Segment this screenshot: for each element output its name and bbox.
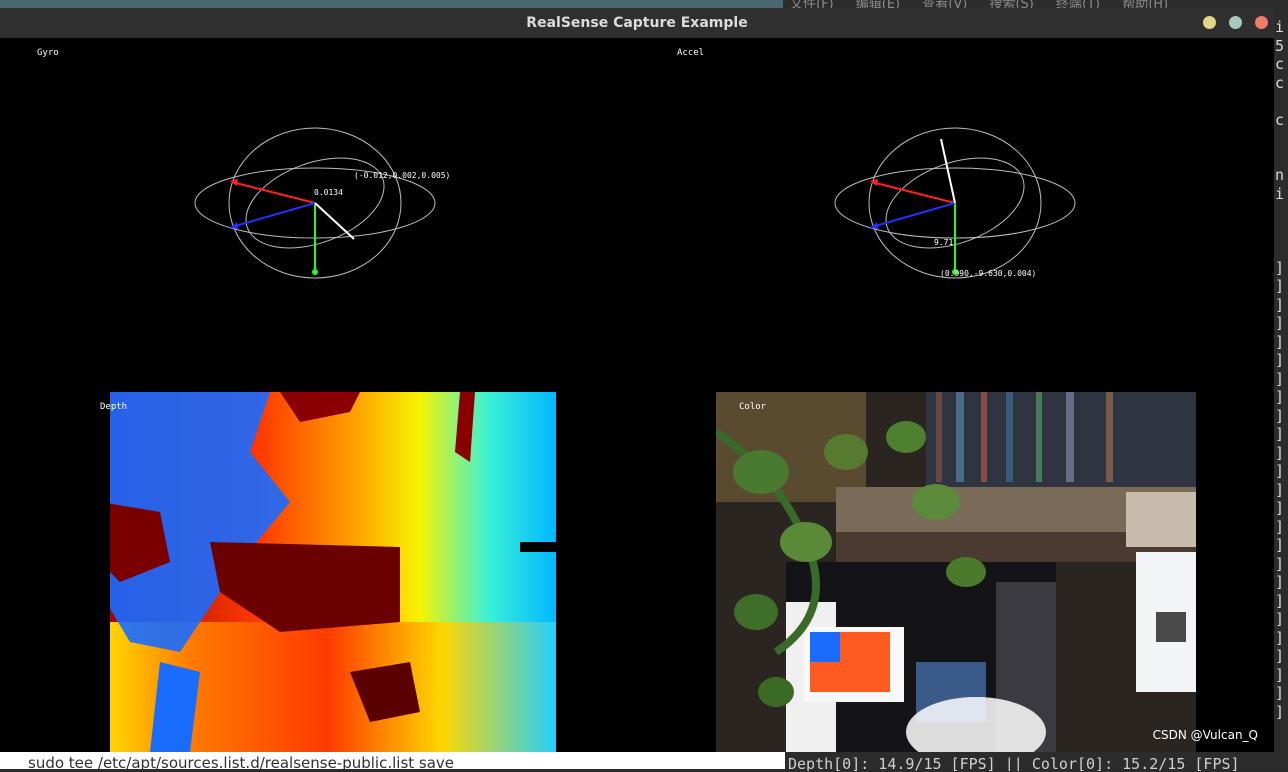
depth-stream-view: Depth — [100, 392, 556, 752]
terminal-output-char — [1275, 240, 1288, 259]
gyro-x-axis — [231, 181, 316, 204]
terminal-output-char: ] — [1275, 591, 1285, 610]
terminal-output-char: 5 — [1275, 36, 1285, 55]
terminal-output-char: c — [1275, 110, 1285, 129]
gyro-z-axis — [231, 202, 316, 228]
terminal-output-char: ] — [1275, 332, 1285, 351]
accel-x-axis — [871, 181, 956, 204]
accel-visualization: 9.71 (0.990,-9.630,0.004) — [834, 127, 1076, 279]
terminal-output-char: n — [1275, 166, 1285, 184]
capture-window: RealSense Capture Example Gyro 0.0134 (-… — [0, 8, 1274, 752]
terminal-output-char: ] — [1275, 258, 1285, 277]
window-content: Gyro 0.0134 (-0.012,0.002,0.005) Accel 9… — [0, 38, 1274, 752]
color-image — [716, 392, 1196, 752]
terminal-output-char: c — [1275, 73, 1285, 92]
terminal-output-char — [1275, 92, 1288, 111]
terminal-output-char — [1275, 129, 1288, 148]
window-title: RealSense Capture Example — [526, 15, 748, 31]
close-button[interactable] — [1255, 16, 1268, 29]
depth-label: Depth — [100, 402, 128, 412]
terminal-output-char — [1275, 222, 1288, 241]
gyro-y-arrow-icon — [312, 269, 318, 275]
watermark-text: CSDN @Vulcan_Q — [1152, 728, 1258, 742]
gyro-visualization: 0.0134 (-0.012,0.002,0.005) — [194, 127, 450, 279]
terminal-output-char: ] — [1275, 684, 1285, 702]
minimize-button[interactable] — [1203, 16, 1216, 29]
maximize-button[interactable] — [1229, 16, 1242, 29]
terminal-output-char: ] — [1275, 425, 1285, 443]
color-stream-view: Color — [716, 392, 1196, 752]
gyro-magnitude: 0.0134 — [314, 188, 343, 197]
terminal-output-char: ] — [1275, 517, 1285, 536]
terminal-output-char: ] — [1275, 462, 1285, 480]
terminal-output-char: ] — [1275, 702, 1285, 721]
terminal-output-char: ] — [1275, 351, 1285, 369]
gyro-z-arrow-icon — [230, 222, 238, 229]
terminal-output-char: ] — [1275, 369, 1285, 388]
accel-z-arrow-icon — [870, 222, 878, 229]
depth-image — [100, 392, 556, 752]
terminal-output-char: ] — [1275, 610, 1285, 628]
terminal-output-char: ] — [1275, 406, 1285, 425]
terminal-output-char: ] — [1275, 499, 1285, 517]
terminal-output-char: c — [1275, 55, 1285, 73]
terminal-output-char: ] — [1275, 536, 1285, 554]
terminal-output-char: i — [1275, 18, 1285, 36]
accel-label: Accel — [677, 48, 705, 58]
terminal-output-char: ] — [1275, 277, 1285, 295]
window-titlebar[interactable]: RealSense Capture Example — [0, 8, 1274, 38]
accel-magnitude: 9.71 — [934, 238, 953, 247]
color-label: Color — [739, 402, 767, 412]
terminal-output-char: ] — [1275, 628, 1285, 647]
terminal-output-char: ] — [1275, 443, 1285, 462]
terminal-output-char: ] — [1275, 573, 1285, 591]
terminal-output-char: ] — [1275, 295, 1285, 314]
terminal-output-char: ] — [1275, 388, 1285, 406]
terminal-output-char: ] — [1275, 314, 1285, 332]
terminal-output-char: ] — [1275, 665, 1285, 684]
terminal-output-char — [1275, 148, 1288, 167]
terminal-output-char — [1275, 203, 1288, 222]
gyro-label: Gyro — [37, 48, 59, 58]
terminal-output-column: i5cc c ni ]]]]]]]]]]]]]]]]]]]]]]]]] — [1275, 18, 1288, 721]
accel-z-axis — [871, 202, 956, 228]
terminal-output-char: i — [1275, 184, 1285, 203]
terminal-output-char: ] — [1275, 554, 1285, 573]
terminal-output-char: ] — [1275, 480, 1285, 499]
accel-vector-text: (0.990,-9.630,0.004) — [940, 269, 1036, 278]
gyro-vector-text: (-0.012,0.002,0.005) — [354, 171, 450, 180]
gyro-vector — [314, 202, 355, 240]
terminal-output-char: ] — [1275, 647, 1285, 665]
accel-vector — [940, 138, 956, 204]
